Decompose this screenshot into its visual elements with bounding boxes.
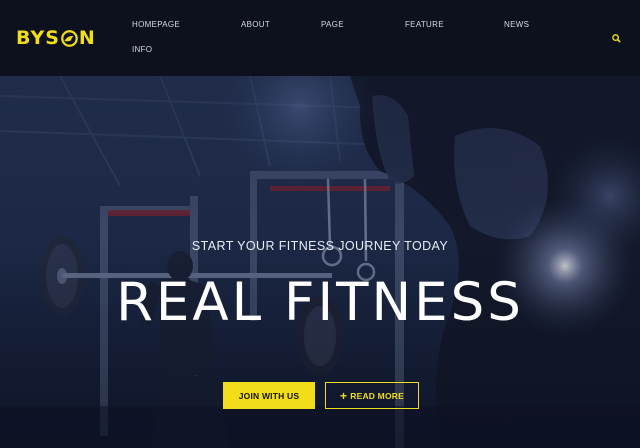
- nav-feature[interactable]: FEATURE: [405, 20, 444, 30]
- site-header: BYS N HOMEPAGE ABOUT PAGE FEATURE NEWS I…: [0, 0, 640, 76]
- nav-info[interactable]: INFO: [132, 45, 152, 55]
- logo-text-right: N: [78, 27, 96, 49]
- read-more-label: READ MORE: [350, 390, 404, 401]
- nav-page[interactable]: PAGE: [321, 20, 344, 30]
- nav-about[interactable]: ABOUT: [241, 20, 270, 30]
- logo-mark-icon: [61, 29, 78, 47]
- logo-text-left: BYS: [16, 27, 60, 49]
- join-with-us-button[interactable]: JOIN WITH US: [223, 382, 315, 409]
- hero-title: REAL FITNESS: [116, 272, 524, 333]
- nav-news[interactable]: NEWS: [504, 20, 529, 30]
- join-with-us-label: JOIN WITH US: [238, 390, 300, 401]
- hero-section: START YOUR FITNESS JOURNEY TODAY REAL FI…: [0, 76, 640, 448]
- search-icon: [611, 33, 621, 43]
- logo[interactable]: BYS N: [16, 26, 96, 50]
- read-more-button[interactable]: + READ MORE: [325, 382, 419, 409]
- hero-subtitle: START YOUR FITNESS JOURNEY TODAY: [191, 239, 449, 253]
- search-button[interactable]: [609, 31, 623, 45]
- hero-overlay: [0, 76, 640, 448]
- plus-icon: +: [340, 388, 348, 403]
- nav-homepage[interactable]: HOMEPAGE: [132, 20, 180, 30]
